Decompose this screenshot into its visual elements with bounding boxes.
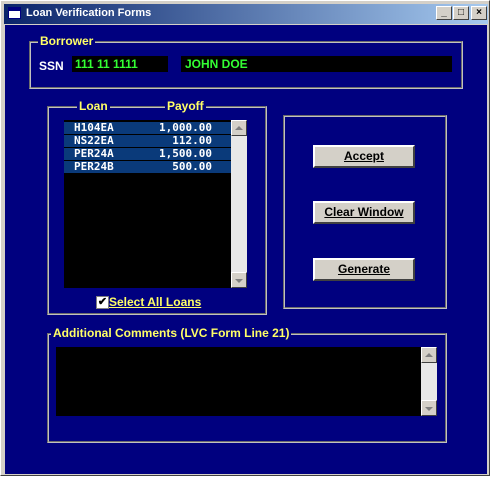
payoff-column-header: Payoff <box>165 99 206 113</box>
generate-button[interactable]: Generate <box>313 258 415 281</box>
arrow-down-icon <box>425 407 433 411</box>
close-button[interactable]: × <box>471 6 487 20</box>
borrower-name-field[interactable]: JOHN DOE <box>181 56 452 72</box>
borrower-legend: Borrower <box>38 34 96 48</box>
clear-window-button[interactable]: Clear Window <box>313 201 415 224</box>
select-all-checkbox[interactable]: ✔ <box>96 296 109 309</box>
loan-row[interactable]: H104EA 1,000.00 <box>64 122 234 134</box>
loan-id: H104EA <box>74 121 114 134</box>
loan-row[interactable]: NS22EA 112.00 <box>64 135 234 147</box>
loan-payoff: 112.00 <box>172 134 212 147</box>
window-icon[interactable] <box>8 7 21 19</box>
comments-legend: Additional Comments (LVC Form Line 21) <box>51 326 292 340</box>
ssn-field[interactable]: 111 11 1111 <box>72 56 168 72</box>
loan-payoff: 1,500.00 <box>159 147 212 160</box>
comments-textarea[interactable] <box>56 347 437 416</box>
arrow-up-icon <box>235 126 243 130</box>
accept-button[interactable]: Accept <box>313 145 415 168</box>
loan-list-scrollbar[interactable] <box>231 120 247 288</box>
scroll-up-button[interactable] <box>421 347 437 363</box>
window-title: Loan Verification Forms <box>26 7 152 19</box>
loan-id: PER24A <box>74 147 114 160</box>
minimize-button[interactable]: _ <box>436 6 452 20</box>
maximize-button[interactable]: □ <box>453 6 469 20</box>
select-all-label[interactable]: Select All Loans <box>109 295 201 309</box>
borrower-name: JOHN DOE <box>185 57 248 71</box>
loan-listbox[interactable]: H104EA 1,000.00 NS22EA 112.00 PER24A 1,5… <box>64 120 247 288</box>
ssn-label: SSN <box>39 59 64 73</box>
arrow-down-icon <box>235 279 243 283</box>
loan-row[interactable]: PER24B 500.00 <box>64 161 234 173</box>
loan-id: NS22EA <box>74 134 114 147</box>
loan-row[interactable]: PER24A 1,500.00 <box>64 148 234 160</box>
loan-column-header: Loan <box>77 99 110 113</box>
loan-payoff: 1,000.00 <box>159 121 212 134</box>
loan-id: PER24B <box>74 160 114 173</box>
ssn-value: 111 11 1111 <box>75 57 138 71</box>
scroll-down-button[interactable] <box>421 400 437 416</box>
scroll-down-button[interactable] <box>231 272 247 288</box>
comments-scrollbar[interactable] <box>421 347 437 416</box>
main-window: Loan Verification Forms _ □ × Borrower S… <box>0 0 490 476</box>
loan-payoff: 500.00 <box>172 160 212 173</box>
title-bar[interactable]: Loan Verification Forms _ □ × <box>4 4 488 24</box>
client-area: Borrower SSN 111 11 1111 JOHN DOE Loan P… <box>5 25 487 474</box>
scroll-up-button[interactable] <box>231 120 247 136</box>
arrow-up-icon <box>425 353 433 357</box>
